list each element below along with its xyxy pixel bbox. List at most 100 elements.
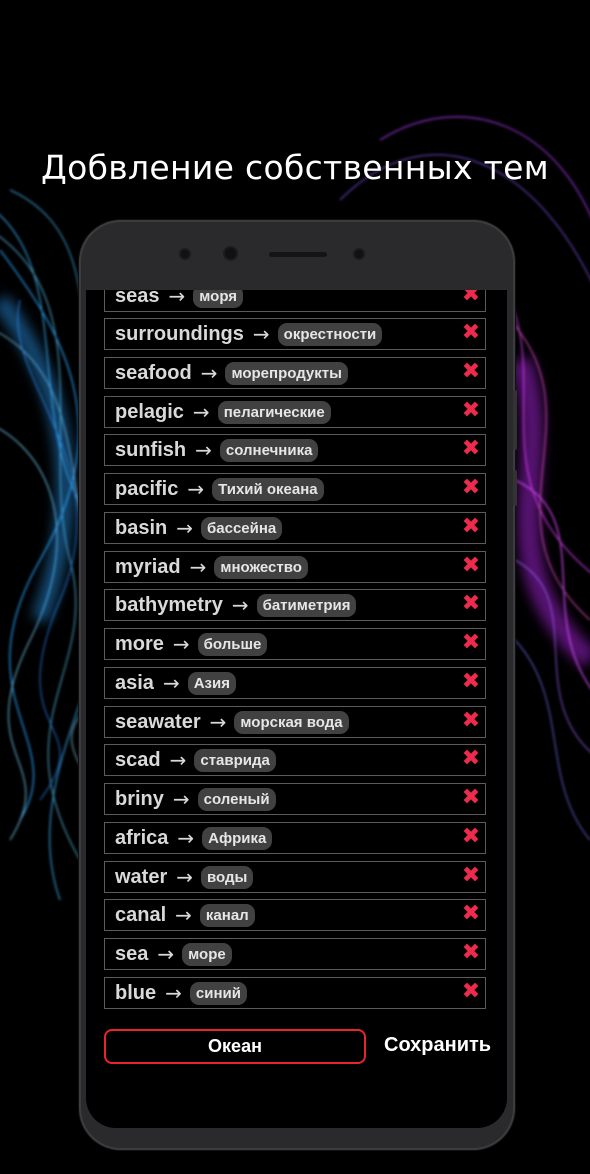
close-x-icon[interactable]: ✖ xyxy=(460,864,482,888)
word-text: water xyxy=(115,865,168,888)
arrow-right-icon: → xyxy=(200,361,218,385)
arrow-right-icon: → xyxy=(172,787,190,811)
word-text: scad xyxy=(115,748,161,771)
word-text: seafood xyxy=(115,361,192,384)
close-x-icon[interactable]: ✖ xyxy=(460,631,482,655)
word-row: seas → моря ✖ xyxy=(104,290,486,312)
word-row: seafood → морепродукты ✖ xyxy=(104,357,486,389)
close-x-icon[interactable]: ✖ xyxy=(460,360,482,384)
arrow-right-icon: → xyxy=(176,516,194,540)
proximity-sensor-icon xyxy=(355,250,363,258)
word-text: seawater xyxy=(115,710,201,733)
topic-button[interactable]: Океан xyxy=(104,1029,366,1064)
word-text: seas xyxy=(115,290,160,307)
word-text: pelagic xyxy=(115,400,184,423)
word-text: blue xyxy=(115,981,157,1004)
arrow-right-icon: → xyxy=(177,826,195,850)
translation-chip: больше xyxy=(197,632,268,656)
translation-chip: морепродукты xyxy=(225,361,348,385)
arrow-right-icon: → xyxy=(165,981,182,1005)
word-text: canal xyxy=(115,903,167,926)
arrow-right-icon: → xyxy=(192,400,210,424)
word-row: asia → Азия ✖ xyxy=(104,667,486,699)
earpiece-speaker xyxy=(269,252,327,257)
close-x-icon[interactable]: ✖ xyxy=(460,476,482,500)
word-text: sunfish xyxy=(115,438,187,461)
arrow-right-icon: → xyxy=(252,322,270,346)
translation-chip: морская вода xyxy=(234,710,349,734)
arrow-right-icon: → xyxy=(187,477,205,501)
word-row: sunfish → солнечника ✖ xyxy=(104,434,486,466)
translation-chip: соленый xyxy=(197,787,276,811)
translation-chip: бассейна xyxy=(201,516,283,540)
close-x-icon[interactable]: ✖ xyxy=(460,437,482,461)
close-x-icon[interactable]: ✖ xyxy=(460,670,482,694)
word-row: scad → ставрида ✖ xyxy=(104,744,486,776)
close-x-icon[interactable]: ✖ xyxy=(460,321,482,345)
save-button[interactable]: Сохранить xyxy=(384,1034,491,1057)
word-row: myriad → множество ✖ xyxy=(104,551,486,583)
topic-button-label: Океан xyxy=(208,1036,262,1056)
translation-chip: множество xyxy=(214,555,308,579)
word-text: africa xyxy=(115,826,169,849)
translation-chip: моря xyxy=(193,290,244,308)
close-x-icon[interactable]: ✖ xyxy=(460,825,482,849)
word-row: seawater → морская вода ✖ xyxy=(104,706,486,738)
translation-chip: синий xyxy=(189,981,247,1005)
word-row: sea → море ✖ xyxy=(104,938,486,970)
arrow-right-icon: → xyxy=(157,942,175,966)
arrow-right-icon: → xyxy=(189,555,207,579)
close-x-icon[interactable]: ✖ xyxy=(460,902,482,926)
close-x-icon[interactable]: ✖ xyxy=(460,515,482,539)
translation-chip: море xyxy=(182,942,232,966)
word-text: bathymetry xyxy=(115,593,223,616)
volume-button xyxy=(513,390,517,450)
arrow-right-icon: → xyxy=(176,865,194,889)
word-row: canal → канал ✖ xyxy=(104,899,486,931)
translation-chip: канал xyxy=(199,903,255,927)
word-text: more xyxy=(115,632,164,655)
close-x-icon[interactable]: ✖ xyxy=(460,980,482,1004)
front-camera-icon xyxy=(225,248,236,259)
headline: Добвление собственных тем xyxy=(41,148,549,187)
arrow-right-icon: → xyxy=(231,593,249,617)
arrow-right-icon: → xyxy=(162,671,180,695)
word-text: surroundings xyxy=(115,322,244,345)
close-x-icon[interactable]: ✖ xyxy=(460,399,482,423)
power-button xyxy=(513,470,517,506)
arrow-right-icon: → xyxy=(169,748,187,772)
app-screen: seas → моря ✖ surroundings → окрестности ✖ seafo… xyxy=(86,290,507,1128)
word-row: africa → Африка ✖ xyxy=(104,822,486,854)
word-text: sea xyxy=(115,942,149,965)
word-text: myriad xyxy=(115,555,181,578)
arrow-right-icon: → xyxy=(168,290,186,308)
word-row: blue → синий ✖ xyxy=(104,977,486,1009)
close-x-icon[interactable]: ✖ xyxy=(460,786,482,810)
translation-chip: Азия xyxy=(187,671,236,695)
word-text: pacific xyxy=(115,477,179,500)
close-x-icon[interactable]: ✖ xyxy=(460,709,482,733)
arrow-right-icon: → xyxy=(195,438,212,462)
translation-chip: воды xyxy=(201,865,254,889)
translation-chip: батиметрия xyxy=(256,593,357,617)
close-x-icon[interactable]: ✖ xyxy=(460,554,482,578)
word-row: basin → бассейна ✖ xyxy=(104,512,486,544)
close-x-icon[interactable]: ✖ xyxy=(460,747,482,771)
close-x-icon[interactable]: ✖ xyxy=(460,592,482,616)
translation-chip: окрестности xyxy=(277,322,383,346)
translation-chip: Тихий океана xyxy=(212,477,324,501)
word-row: pelagic → пелагические ✖ xyxy=(104,396,486,428)
translation-chip: солнечника xyxy=(219,438,319,462)
word-text: asia xyxy=(115,671,154,694)
close-x-icon[interactable]: ✖ xyxy=(460,941,482,965)
word-row: bathymetry → батиметрия ✖ xyxy=(104,589,486,621)
arrow-right-icon: → xyxy=(209,710,227,734)
close-x-icon[interactable]: ✖ xyxy=(460,290,482,307)
word-row: water → воды ✖ xyxy=(104,861,486,893)
word-row: surroundings → окрестности ✖ xyxy=(104,318,486,350)
sensor-icon xyxy=(181,250,189,258)
arrow-right-icon: → xyxy=(172,632,190,656)
translation-chip: пелагические xyxy=(217,400,331,424)
translation-chip: ставрида xyxy=(194,748,276,772)
word-text: basin xyxy=(115,516,168,539)
